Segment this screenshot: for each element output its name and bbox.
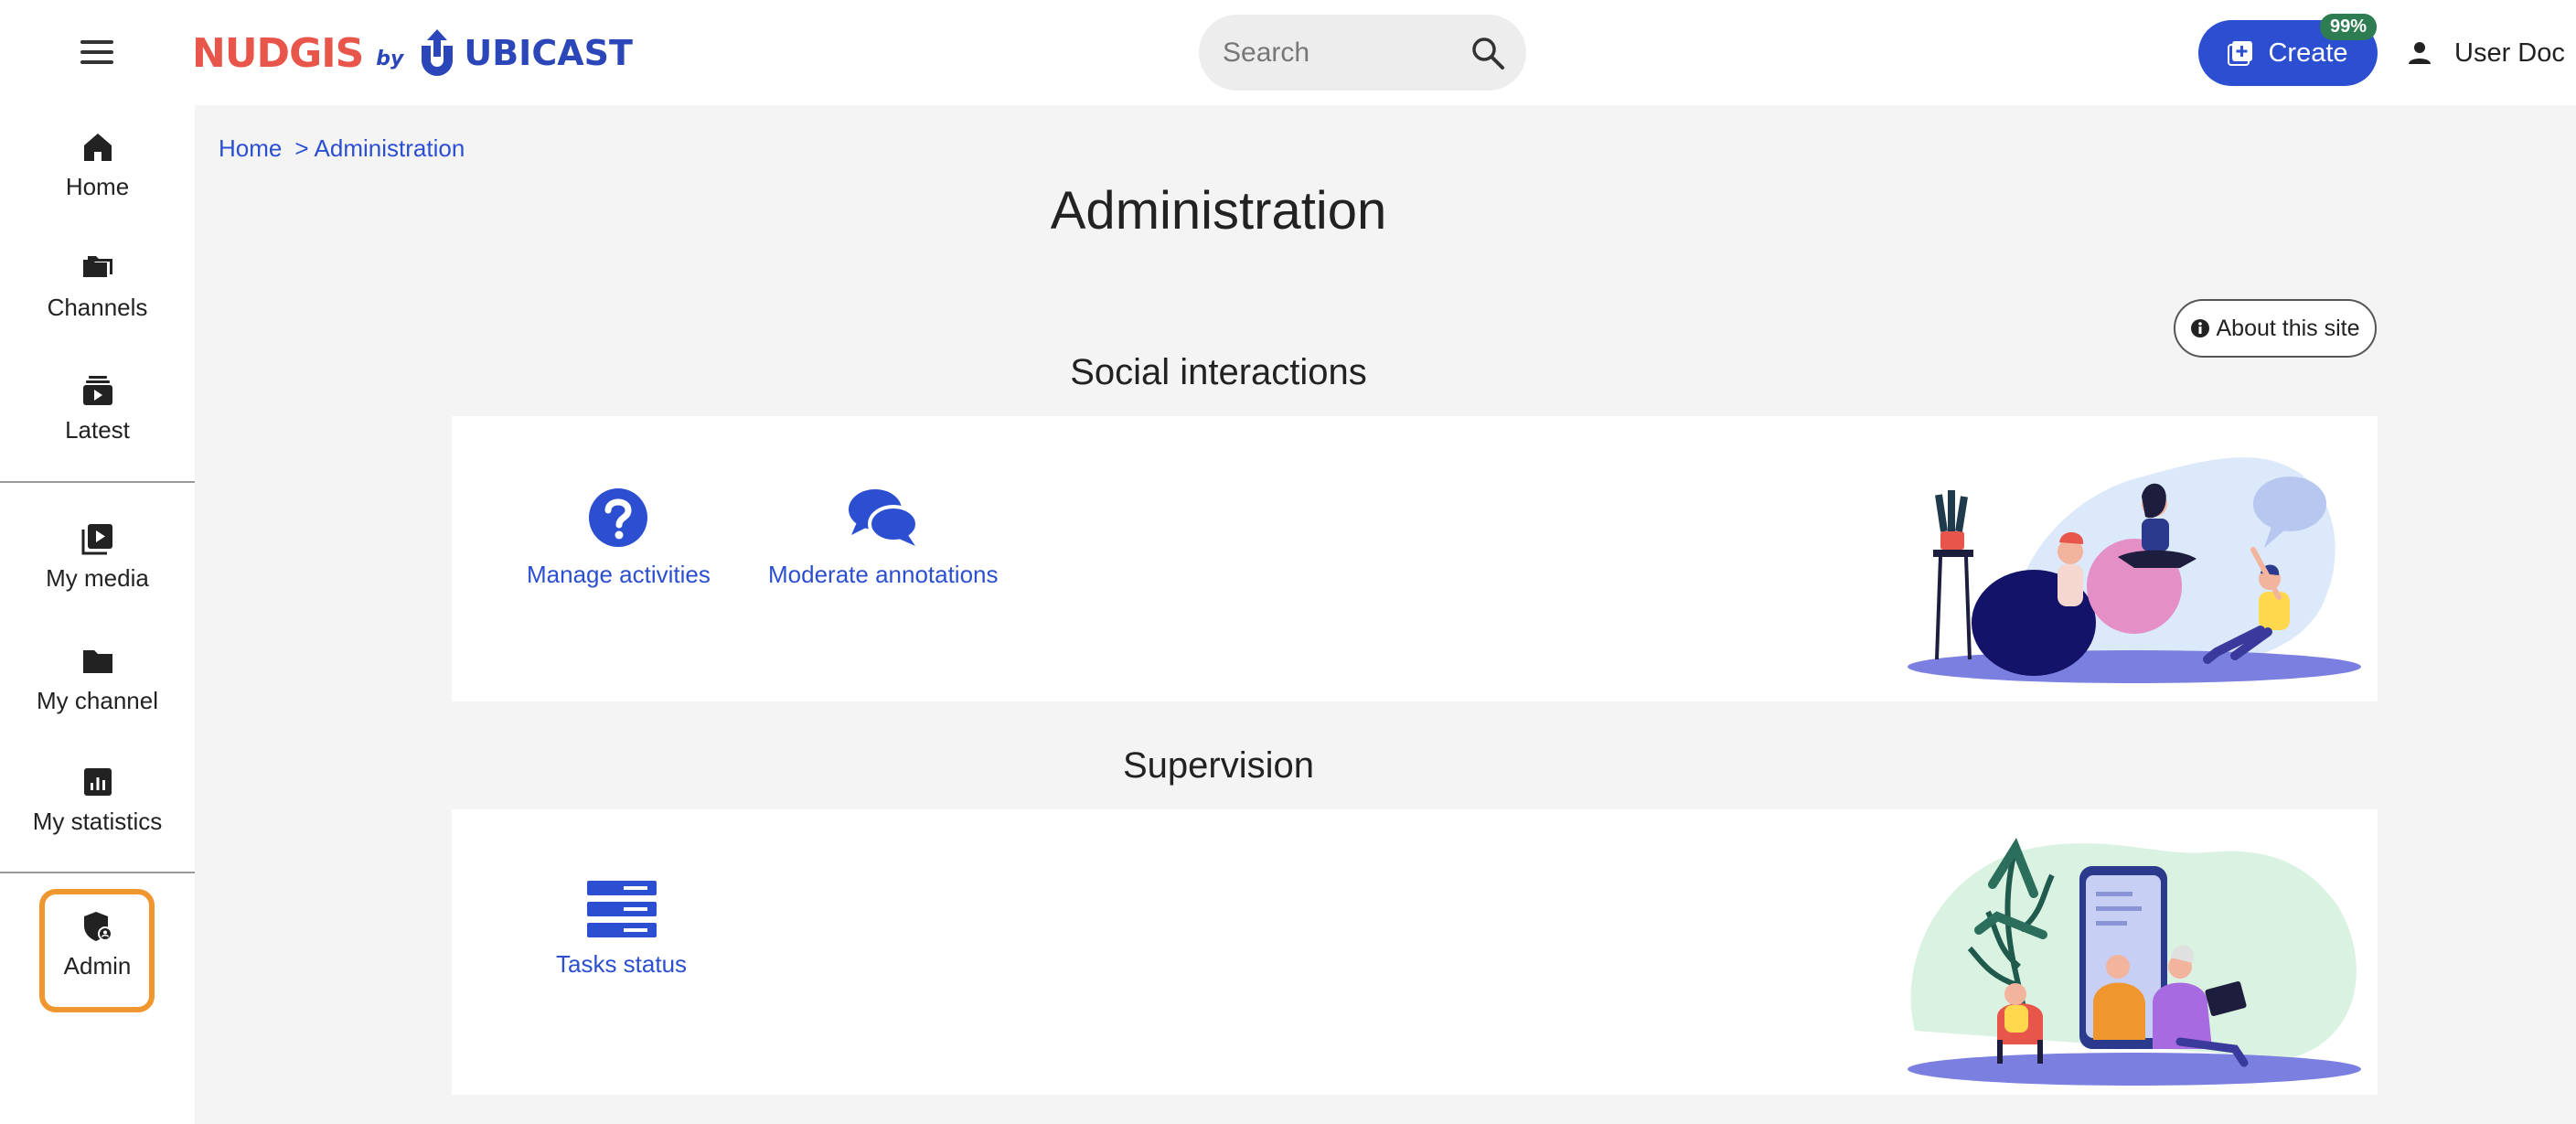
main-content: Home > Administration Administration About… — [195, 105, 2576, 1124]
sidebar-divider — [0, 481, 195, 483]
logo-company-text: UBICAST — [464, 33, 633, 73]
breadcrumb: Home > Administration — [219, 134, 465, 163]
my-channel-icon — [82, 650, 112, 673]
social-interactions-card: Manage activities Moderate annotations — [452, 416, 2378, 701]
breadcrumb-separator: > — [294, 134, 309, 162]
breadcrumb-current-link[interactable]: Administration — [315, 134, 465, 162]
about-site-button[interactable]: About this site — [2174, 299, 2377, 358]
supervision-illustration — [1908, 837, 2361, 1086]
top-bar: NUDGIS by UBICAST Create 99% — [0, 0, 2576, 105]
logo-by: by — [376, 47, 404, 70]
sidebar: Home Channels Latest My media My channel — [0, 105, 195, 1124]
page-title: Administration — [1050, 181, 1387, 241]
user-name: User Doc — [2454, 37, 2565, 68]
section-title-supervision: Supervision — [1122, 745, 1314, 786]
search-box[interactable] — [1199, 15, 1526, 91]
sidebar-item-label: Channels — [47, 294, 148, 321]
moderate-annotations-tile[interactable]: Moderate annotations — [768, 487, 999, 589]
sidebar-item-label: My statistics — [32, 808, 163, 835]
user-icon — [2409, 42, 2431, 64]
question-circle-icon — [589, 488, 648, 547]
sidebar-item-label: Admin — [63, 952, 132, 979]
sidebar-item-admin[interactable]: Admin — [0, 910, 195, 980]
my-media-icon — [81, 524, 112, 555]
social-interactions-illustration — [1908, 457, 2361, 683]
quota-badge: 99% — [2320, 14, 2378, 40]
sidebar-item-label: My media — [46, 564, 149, 592]
sidebar-item-label: Latest — [65, 416, 130, 444]
manage-activities-tile[interactable]: Manage activities — [527, 487, 711, 589]
tile-label: Tasks status — [556, 950, 688, 978]
ubicast-logo-icon — [422, 29, 454, 76]
menu-icon[interactable] — [80, 40, 113, 66]
create-label: Create — [2268, 37, 2348, 68]
logo-company: UBICAST — [416, 29, 633, 77]
info-icon — [2191, 319, 2210, 337]
supervision-card: Tasks status — [452, 809, 2378, 1095]
tile-label: Manage activities — [527, 561, 711, 588]
channels-icon — [82, 256, 112, 277]
search-input[interactable] — [1223, 33, 1451, 73]
admin-shield-icon — [83, 912, 112, 941]
sidebar-item-channels[interactable]: Channels — [0, 252, 195, 322]
add-media-icon — [2228, 41, 2253, 66]
sidebar-item-label: My channel — [37, 687, 158, 714]
about-site-label: About this site — [2216, 315, 2360, 341]
breadcrumb-home-link[interactable]: Home — [219, 134, 282, 162]
search-icon[interactable] — [1470, 35, 1506, 71]
logo-text: NUDGIS — [192, 29, 364, 77]
sidebar-item-my-channel[interactable]: My channel — [0, 645, 195, 715]
tasks-status-tile[interactable]: Tasks status — [556, 881, 687, 979]
sidebar-divider — [0, 872, 195, 873]
user-menu[interactable]: User Doc — [2407, 35, 2565, 71]
tile-label: Moderate annotations — [768, 561, 999, 588]
sidebar-item-my-media[interactable]: My media — [0, 522, 195, 593]
nudgis-logo[interactable]: NUDGIS by UBICAST — [192, 24, 633, 82]
section-title-social-interactions: Social interactions — [1070, 352, 1367, 392]
home-icon — [83, 134, 112, 161]
comments-icon — [848, 489, 919, 546]
server-icon — [586, 881, 657, 937]
